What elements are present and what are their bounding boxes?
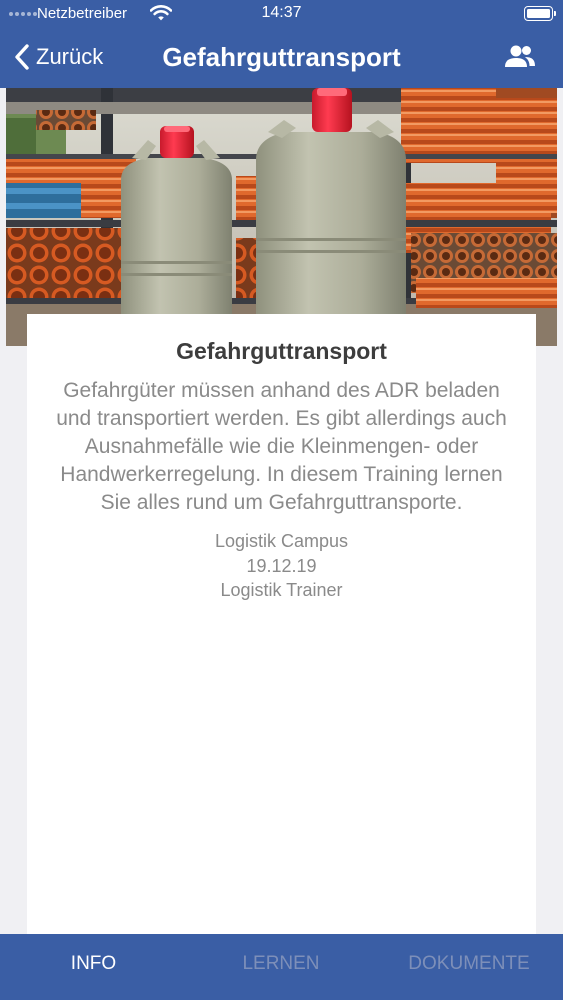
tab-dokumente[interactable]: DOKUMENTE bbox=[375, 934, 563, 994]
training-title: Gefahrguttransport bbox=[176, 338, 387, 364]
people-button[interactable] bbox=[503, 43, 537, 74]
training-info-card: Gefahrguttransport Gefahrgüter müssen an… bbox=[27, 314, 536, 934]
training-organization: Logistik Campus bbox=[214, 531, 349, 551]
people-icon bbox=[505, 45, 535, 67]
bottom-tab-bar: INFO LERNEN DOKUMENTE bbox=[0, 934, 563, 1000]
training-date: 19.12.19 bbox=[246, 555, 317, 576]
status-time: 14:37 bbox=[261, 4, 302, 21]
app-header: Netzbetreiber 14:37 Zurück Gefahrguttran… bbox=[0, 0, 563, 88]
tab-info[interactable]: INFO bbox=[0, 934, 187, 994]
chevron-left-icon bbox=[15, 44, 29, 70]
back-label: Zurück bbox=[36, 44, 104, 69]
training-trainer: Logistik Trainer bbox=[220, 580, 343, 600]
tab-lernen[interactable]: LERNEN bbox=[187, 934, 375, 994]
training-description: Gefahrgüter müssen anhand des ADR belade… bbox=[56, 379, 507, 514]
hero-image bbox=[6, 88, 557, 346]
battery-icon bbox=[524, 6, 556, 21]
status-bar: Netzbetreiber 14:37 bbox=[0, 0, 563, 28]
gas-cylinders-photo bbox=[6, 88, 557, 346]
back-button[interactable]: Zurück bbox=[14, 40, 103, 74]
